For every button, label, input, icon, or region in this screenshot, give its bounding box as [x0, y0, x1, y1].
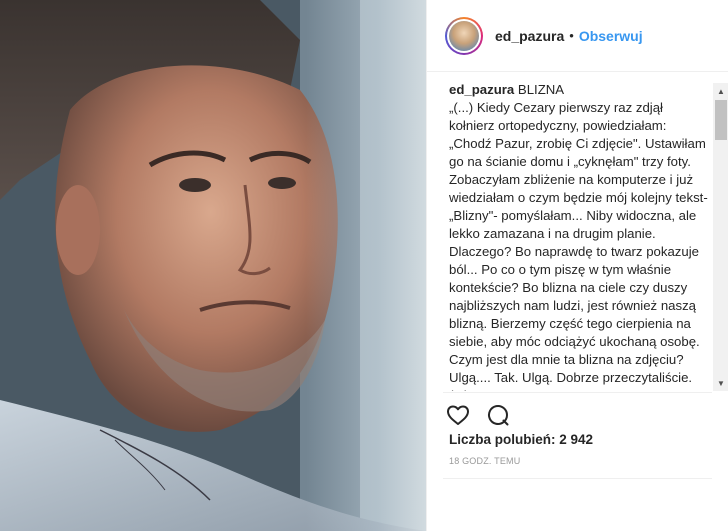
- scroll-down-arrow-icon[interactable]: ▼: [713, 375, 728, 391]
- caption-scroll-area[interactable]: ed_pazura BLIZNA „(...) Kiedy Cezary pie…: [427, 73, 728, 391]
- post-header: ed_pazura • Obserwuj: [427, 0, 728, 72]
- photo-background-overlay: [306, 0, 426, 531]
- post-photo[interactable]: [0, 0, 426, 531]
- follow-button[interactable]: Obserwuj: [579, 28, 643, 44]
- separator-dot: •: [569, 28, 574, 43]
- divider: [443, 392, 712, 393]
- post-timestamp[interactable]: 18 GODZ. TEMU: [449, 456, 520, 466]
- divider: [443, 478, 712, 479]
- comment-icon: [488, 405, 509, 426]
- avatar[interactable]: [445, 16, 483, 55]
- username-link[interactable]: ed_pazura: [495, 28, 564, 44]
- action-bar: [445, 402, 511, 428]
- scroll-thumb[interactable]: [715, 100, 727, 140]
- post-side-panel: ed_pazura • Obserwuj ed_pazura BLIZNA „(…: [426, 0, 728, 531]
- caption-text: ed_pazura BLIZNA „(...) Kiedy Cezary pie…: [449, 81, 711, 391]
- heart-icon: [447, 405, 469, 425]
- avatar-image: [449, 20, 479, 51]
- likes-count[interactable]: Liczba polubień: 2 942: [449, 432, 593, 447]
- scroll-up-arrow-icon[interactable]: ▲: [713, 83, 728, 99]
- caption-body: BLIZNA „(...) Kiedy Cezary pierwszy raz …: [449, 82, 708, 391]
- scrollbar[interactable]: ▲ ▼: [713, 83, 728, 391]
- like-button[interactable]: [445, 402, 471, 428]
- comment-button[interactable]: [485, 402, 511, 428]
- avatar-ring: [447, 18, 481, 53]
- caption-username[interactable]: ed_pazura: [449, 82, 514, 97]
